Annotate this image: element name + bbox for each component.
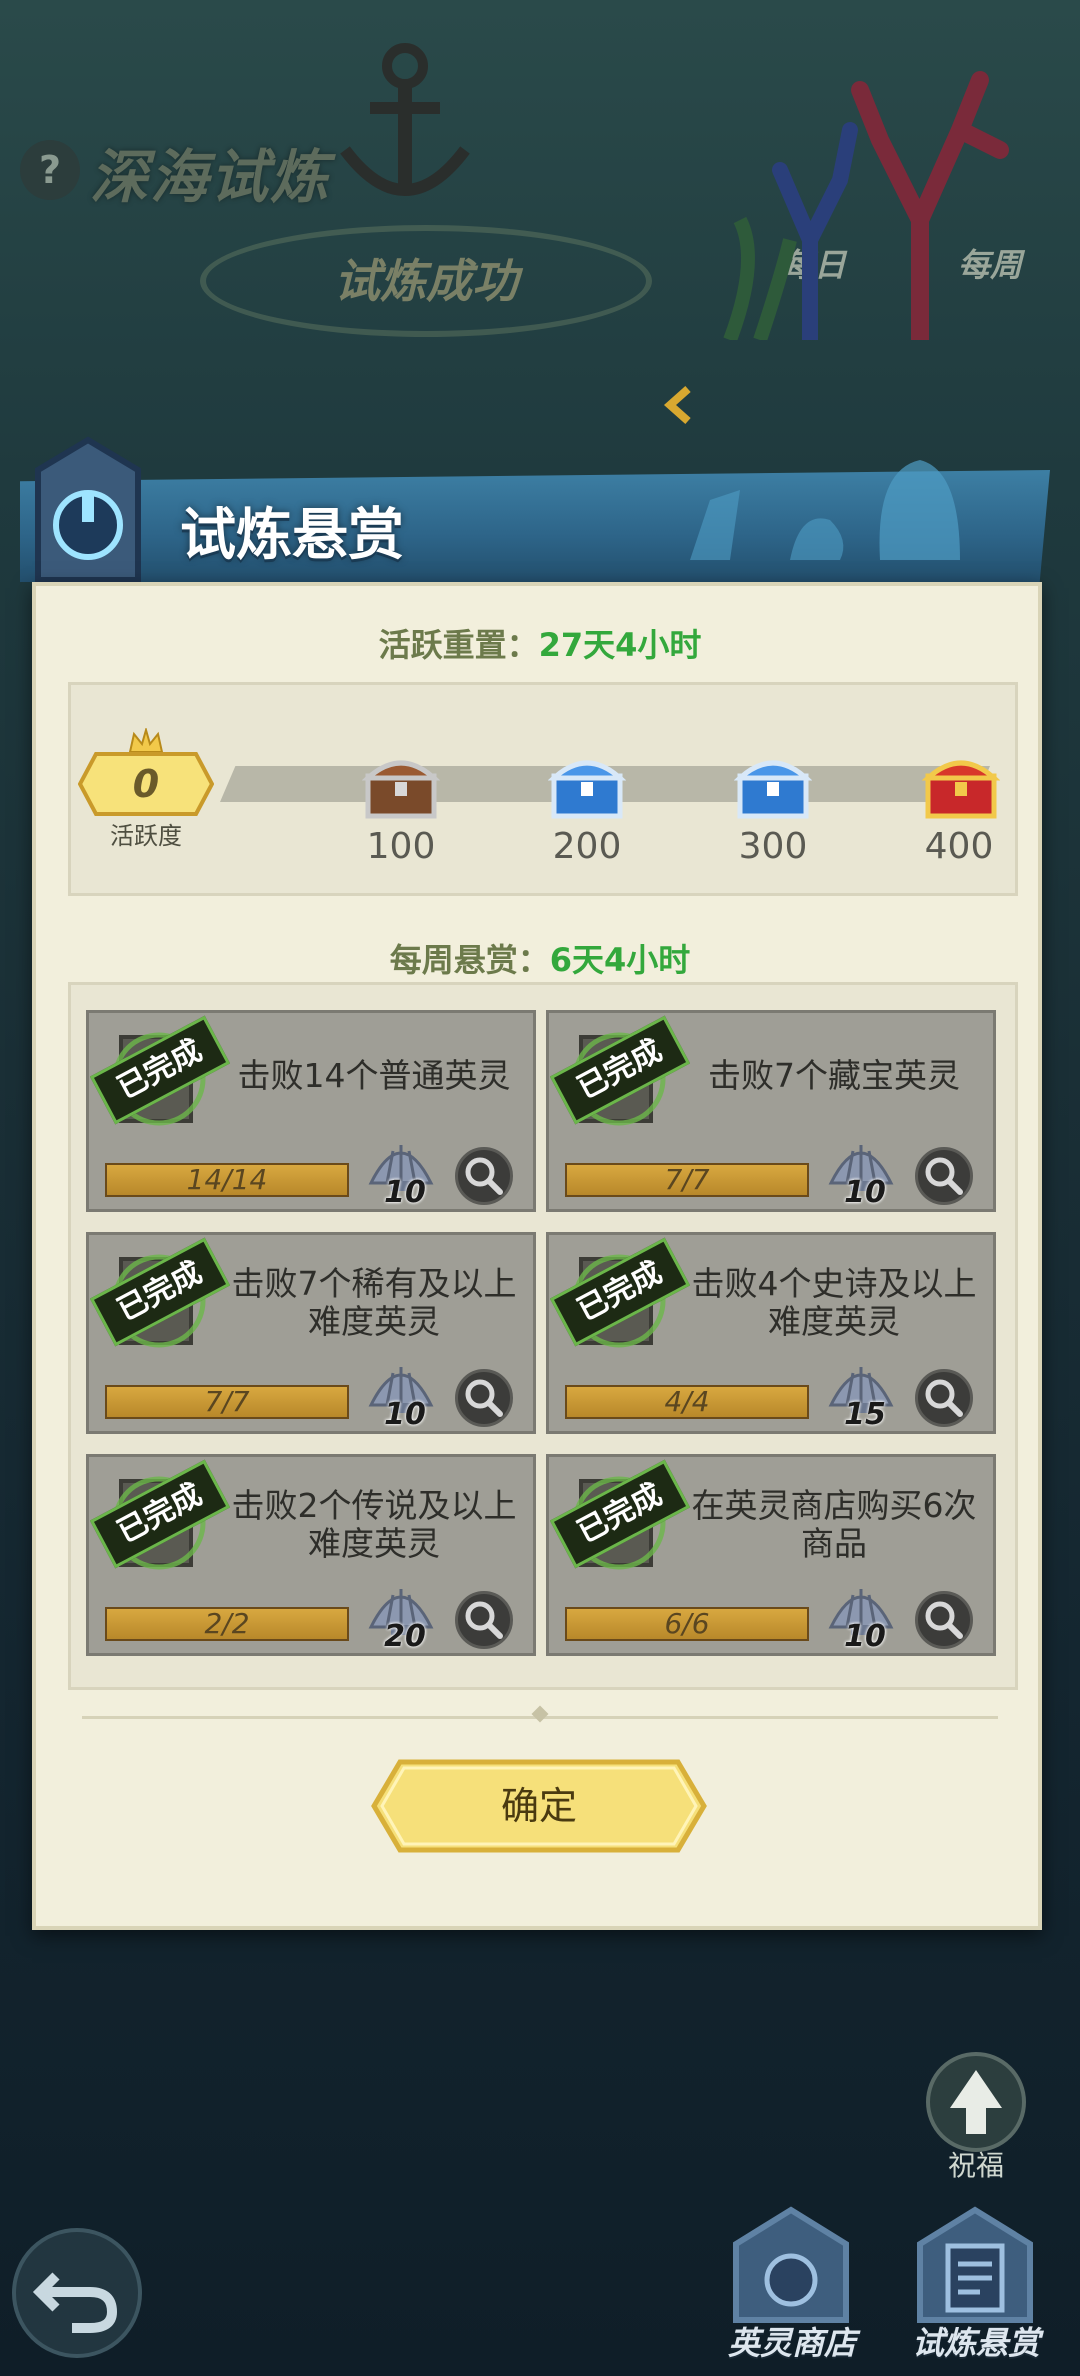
back-button[interactable] (12, 2228, 142, 2358)
task-title-line: 难度英灵 (768, 1302, 900, 1341)
search-button[interactable] (455, 1369, 513, 1427)
crown-icon (128, 728, 164, 753)
task-progress-bar: 7/7 (105, 1385, 349, 1419)
task-title-line: 击败2个传说及以上 (231, 1486, 517, 1525)
background-title: 深海试炼 (90, 143, 331, 211)
task-card[interactable]: 已完成 在英灵商店购买6次 商品 6/6 10 (546, 1454, 996, 1656)
task-title: 击败14个普通英灵 (219, 1057, 529, 1095)
weekly-label: 每周悬赏： (389, 941, 550, 979)
back-arrow-icon (32, 2272, 118, 2333)
task-card[interactable]: 已完成 击败7个稀有及以上 难度英灵 7/7 10 (86, 1232, 536, 1434)
task-title: 击败7个稀有及以上 难度英灵 (219, 1265, 529, 1341)
milestone-value: 300 (738, 826, 808, 867)
search-icon (465, 1379, 503, 1417)
task-title-line: 击败7个藏宝英灵 (708, 1056, 960, 1095)
arrow-up-icon (950, 2070, 1002, 2134)
search-button[interactable] (915, 1369, 973, 1427)
activity-value: 0 (132, 762, 160, 806)
task-progress-bar: 4/4 (565, 1385, 809, 1419)
trial-bounty-icon[interactable] (910, 2204, 1040, 2324)
task-progress-bar: 7/7 (565, 1163, 809, 1197)
task-card[interactable]: 已完成 击败2个传说及以上 难度英灵 2/2 20 (86, 1454, 536, 1656)
panel-title: 试炼悬赏 (180, 503, 404, 568)
reward-amount: 10 (844, 1175, 886, 1210)
confirm-button-label[interactable]: 确定 (370, 1758, 708, 1854)
gold-chest-icon[interactable] (922, 748, 1000, 822)
search-icon (925, 1379, 963, 1417)
task-title-line: 难度英灵 (308, 1302, 440, 1341)
task-title: 击败4个史诗及以上 难度英灵 (679, 1265, 989, 1341)
task-progress-bar: 14/14 (105, 1163, 349, 1197)
search-button[interactable] (915, 1147, 973, 1205)
search-icon (465, 1157, 503, 1195)
task-progress-bar: 2/2 (105, 1607, 349, 1641)
weekly-bounty-timer: 每周悬赏：6天4小时 (0, 935, 1080, 981)
silhouette-decoration-icon (690, 460, 960, 560)
bless-label: 祝福 (947, 2149, 1004, 2182)
search-button[interactable] (915, 1591, 973, 1649)
milestone-value: 200 (552, 826, 622, 867)
coral-decoration-icon (723, 71, 1009, 340)
activity-label: 活跃度 (110, 822, 182, 850)
search-button[interactable] (455, 1591, 513, 1649)
task-title-line: 商品 (801, 1524, 867, 1563)
milestone-value: 100 (366, 826, 436, 867)
hero-shop-icon[interactable] (726, 2204, 856, 2324)
task-title: 击败7个藏宝英灵 (679, 1057, 989, 1095)
task-title-line: 击败4个史诗及以上 (691, 1264, 977, 1303)
weekly-value: 6天4小时 (549, 941, 691, 979)
blue-chest-icon[interactable] (734, 748, 812, 822)
milestone-value: 400 (924, 826, 994, 867)
task-title-line: 击败14个普通英灵 (237, 1056, 511, 1095)
chevron-left-icon[interactable] (660, 385, 700, 425)
reward-amount: 10 (844, 1619, 886, 1654)
task-title: 在英灵商店购买6次 商品 (679, 1487, 989, 1563)
task-card[interactable]: 已完成 击败7个藏宝英灵 7/7 10 (546, 1010, 996, 1212)
reward-amount: 10 (384, 1175, 426, 1210)
task-title-line: 在英灵商店购买6次 (691, 1486, 977, 1525)
wood-chest-icon[interactable] (362, 748, 440, 822)
search-icon (925, 1157, 963, 1195)
task-card[interactable]: 已完成 击败14个普通英灵 14/14 10 (86, 1010, 536, 1212)
activity-reset-timer: 活跃重置：27天4小时 (0, 620, 1080, 666)
help-icon[interactable]: ? (20, 140, 80, 200)
reset-label: 活跃重置： (378, 626, 539, 664)
search-button[interactable] (455, 1147, 513, 1205)
trial-bounty-label[interactable]: 试炼悬赏 (886, 2318, 1066, 2364)
task-title-line: 难度英灵 (308, 1524, 440, 1563)
reward-amount: 15 (844, 1397, 886, 1432)
task-card[interactable]: 已完成 击败4个史诗及以上 难度英灵 4/4 15 (546, 1232, 996, 1434)
hero-shop-label[interactable]: 英灵商店 (702, 2318, 882, 2364)
task-progress-bar: 6/6 (565, 1607, 809, 1641)
search-icon (465, 1601, 503, 1639)
bounty-emblem-icon (35, 436, 141, 583)
reset-value: 27天4小时 (538, 626, 702, 664)
reward-amount: 10 (384, 1397, 426, 1432)
anchor-icon (340, 43, 470, 196)
blue-chest-icon[interactable] (548, 748, 626, 822)
task-title-line: 击败7个稀有及以上 (231, 1264, 517, 1303)
reward-amount: 20 (384, 1619, 426, 1654)
task-title: 击败2个传说及以上 难度英灵 (219, 1487, 529, 1563)
trial-success-label: 试炼成功 (200, 225, 652, 337)
search-icon (925, 1601, 963, 1639)
bless-button[interactable] (926, 2052, 1026, 2152)
